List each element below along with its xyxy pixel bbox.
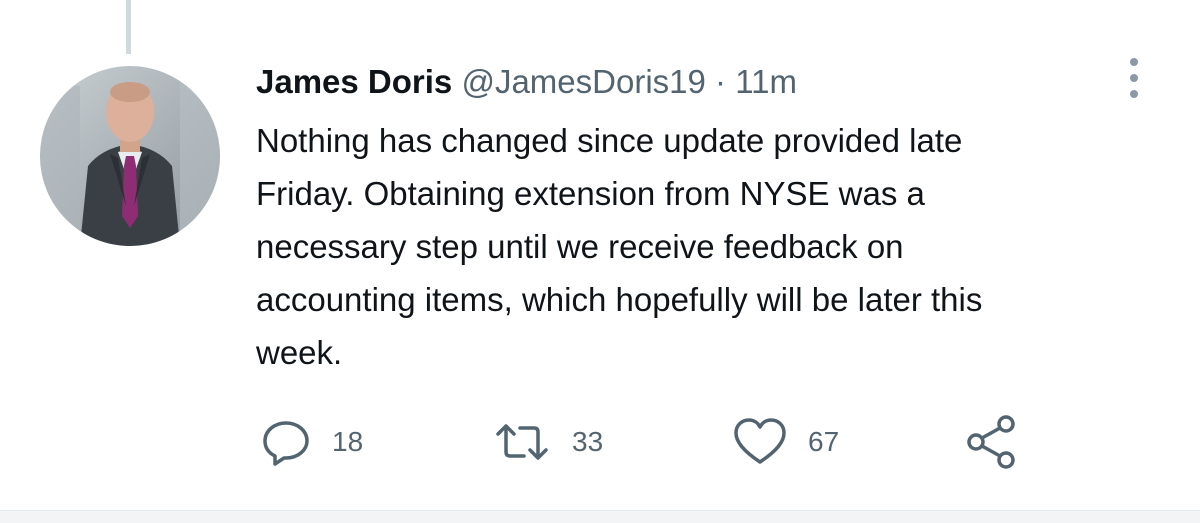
tweet-text: Nothing has changed since update provide…: [256, 122, 983, 371]
retweet-button[interactable]: 33: [492, 412, 603, 472]
thread-connector-line: [126, 0, 131, 54]
reply-button[interactable]: 18: [260, 412, 363, 472]
author-name[interactable]: James Doris: [256, 63, 452, 100]
reply-icon: [260, 416, 312, 468]
reply-count: 18: [332, 426, 364, 457]
author-handle[interactable]: @JamesDoris19: [461, 63, 705, 100]
tweet-actions: 18 33 67: [256, 412, 1056, 472]
share-icon: [964, 414, 1020, 470]
avatar[interactable]: [40, 66, 220, 246]
tweet-card[interactable]: James Doris @JamesDoris19 · 11m Nothing …: [0, 0, 1200, 523]
heart-icon: [732, 416, 788, 468]
retweet-icon: [492, 416, 552, 468]
separator-dot: ·: [715, 63, 727, 100]
more-vertical-icon[interactable]: [1124, 56, 1144, 100]
tweet-timestamp[interactable]: 11m: [735, 63, 797, 100]
bottom-divider: [0, 510, 1200, 523]
like-button[interactable]: 67: [732, 412, 839, 472]
share-button[interactable]: [964, 412, 1020, 472]
tweet-header: James Doris @JamesDoris19 · 11m: [256, 62, 797, 102]
retweet-count: 33: [572, 426, 604, 457]
like-count: 67: [808, 426, 840, 457]
